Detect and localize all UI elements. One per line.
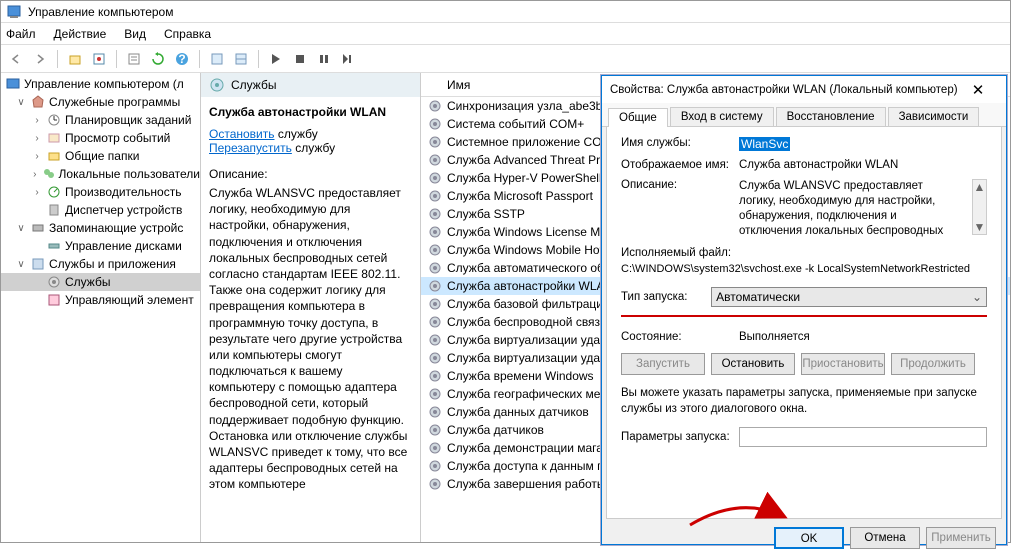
menu-help[interactable]: Справка bbox=[164, 27, 211, 41]
dlg-desc-value: Служба WLANSVC предоставляет логику, нео… bbox=[739, 179, 964, 239]
close-button[interactable]: ✕ bbox=[958, 81, 998, 99]
status-label: Состояние: bbox=[621, 331, 731, 343]
desc-label: Описание: bbox=[209, 167, 412, 181]
ok-button[interactable]: OK bbox=[774, 527, 844, 549]
tree-root[interactable]: Управление компьютером (л bbox=[1, 75, 200, 93]
menu-action[interactable]: Действие bbox=[54, 27, 107, 41]
tab-deps[interactable]: Зависимости bbox=[888, 107, 980, 126]
menu-file[interactable]: Файл bbox=[6, 27, 36, 41]
export-button[interactable] bbox=[89, 49, 109, 69]
stop-link[interactable]: Остановить bbox=[209, 127, 275, 141]
tree-shared-folders[interactable]: ›Общие папки bbox=[1, 147, 200, 165]
start-button[interactable]: Запустить bbox=[621, 353, 705, 375]
tree-local-users[interactable]: ›Локальные пользователи bbox=[1, 165, 200, 183]
display-name-value: Служба автонастройки WLAN bbox=[739, 159, 987, 171]
tab-logon[interactable]: Вход в систему bbox=[670, 107, 774, 126]
service-description: Служба WLANSVC предоставляет логику, нео… bbox=[209, 185, 412, 493]
menu-view[interactable]: Вид bbox=[124, 27, 146, 41]
stop-button[interactable] bbox=[290, 49, 310, 69]
dialog-titlebar: Свойства: Служба автонастройки WLAN (Лок… bbox=[602, 76, 1006, 103]
view-button1[interactable] bbox=[207, 49, 227, 69]
tree-services[interactable]: Службы bbox=[1, 273, 200, 291]
svc-name-value: WlanSvc bbox=[739, 137, 790, 151]
stop-button-dlg[interactable]: Остановить bbox=[711, 353, 795, 375]
properties-button[interactable] bbox=[124, 49, 144, 69]
tree-disk-mgmt[interactable]: Управление дисками bbox=[1, 237, 200, 255]
cancel-button[interactable]: Отмена bbox=[850, 527, 920, 549]
tree-performance[interactable]: ›Производительность bbox=[1, 183, 200, 201]
apply-button[interactable]: Применить bbox=[926, 527, 996, 549]
app-icon bbox=[6, 4, 22, 20]
forward-button[interactable] bbox=[30, 49, 50, 69]
svg-text:?: ? bbox=[178, 52, 185, 66]
dialog-tabs: Общие Вход в систему Восстановление Зави… bbox=[602, 103, 1006, 127]
tree-task-scheduler[interactable]: ›Планировщик заданий bbox=[1, 111, 200, 129]
tab-general[interactable]: Общие bbox=[608, 108, 668, 127]
annotation-rect bbox=[618, 301, 990, 331]
panel-header: Службы bbox=[201, 73, 420, 97]
desc-scrollbar[interactable]: ▲▼ bbox=[972, 179, 987, 235]
params-input[interactable] bbox=[739, 427, 987, 447]
view-button2[interactable] bbox=[231, 49, 251, 69]
restart-button[interactable] bbox=[338, 49, 358, 69]
window-title: Управление компьютером bbox=[28, 5, 173, 19]
back-button[interactable] bbox=[6, 49, 26, 69]
params-text: Вы можете указать параметры запуска, при… bbox=[621, 385, 987, 417]
tree-device-manager[interactable]: Диспетчер устройств bbox=[1, 201, 200, 219]
display-name-label: Отображаемое имя: bbox=[621, 159, 731, 171]
exe-value: C:\WINDOWS\system32\svchost.exe -k Local… bbox=[621, 263, 987, 275]
exe-label: Исполняемый файл: bbox=[621, 247, 987, 259]
tree-event-viewer[interactable]: ›Просмотр событий bbox=[1, 129, 200, 147]
dlg-desc-label: Описание: bbox=[621, 179, 731, 191]
tab-recovery[interactable]: Восстановление bbox=[776, 107, 886, 126]
tree-panel[interactable]: Управление компьютером (л ∨Служебные про… bbox=[1, 73, 201, 542]
tree-services-apps[interactable]: ∨Службы и приложения bbox=[1, 255, 200, 273]
menubar: Файл Действие Вид Справка bbox=[1, 23, 1010, 45]
refresh-button[interactable] bbox=[148, 49, 168, 69]
params-label: Параметры запуска: bbox=[621, 431, 731, 443]
up-button[interactable] bbox=[65, 49, 85, 69]
pause-button[interactable] bbox=[314, 49, 334, 69]
pause-button-dlg[interactable]: Приостановить bbox=[801, 353, 885, 375]
detail-panel: Службы Служба автонастройки WLAN Останов… bbox=[201, 73, 421, 542]
status-value: Выполняется bbox=[739, 331, 987, 343]
restart-link[interactable]: Перезапустить bbox=[209, 141, 292, 155]
play-button[interactable] bbox=[266, 49, 286, 69]
tree-storage[interactable]: ∨Запоминающие устройс bbox=[1, 219, 200, 237]
titlebar: Управление компьютером bbox=[1, 1, 1010, 23]
help-button[interactable]: ? bbox=[172, 49, 192, 69]
tree-wmi[interactable]: Управляющий элемент bbox=[1, 291, 200, 309]
tree-system-tools[interactable]: ∨Служебные программы bbox=[1, 93, 200, 111]
svc-name-label: Имя службы: bbox=[621, 137, 731, 149]
resume-button[interactable]: Продолжить bbox=[891, 353, 975, 375]
service-title: Служба автонастройки WLAN bbox=[209, 105, 412, 119]
toolbar: ? bbox=[1, 45, 1010, 73]
